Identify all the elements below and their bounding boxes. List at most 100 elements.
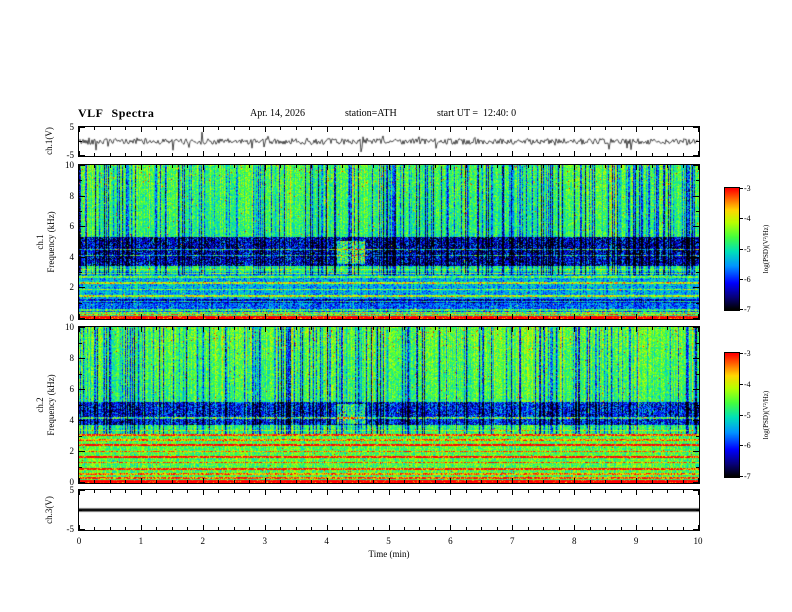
x-minor-tick-mark: [311, 127, 313, 130]
x-tick-mark: [574, 525, 576, 530]
x-minor-tick-mark: [233, 490, 235, 493]
x-minor-tick-mark: [311, 153, 313, 156]
x-minor-tick-mark: [558, 490, 560, 493]
x-minor-tick-mark: [605, 316, 607, 319]
ch1-axis-label-line1: ch.1: [35, 234, 45, 250]
colorbar-tick-label: -5: [744, 410, 751, 420]
x-minor-tick-mark: [280, 165, 282, 168]
x-tick-mark: [512, 151, 514, 156]
y-minor-tick-mark: [696, 141, 699, 142]
x-minor-tick-mark: [682, 480, 684, 483]
y-minor-tick-mark: [696, 210, 699, 212]
y-tick-label: -5: [66, 150, 75, 160]
x-minor-tick-mark: [125, 490, 127, 493]
x-minor-tick-mark: [233, 127, 235, 130]
x-tick-label: 2: [200, 536, 206, 546]
x-minor-tick-mark: [403, 316, 405, 319]
x-minor-tick-mark: [171, 327, 173, 330]
x-minor-tick-mark: [187, 165, 189, 168]
x-minor-tick-mark: [249, 490, 251, 493]
colorbar-tick-label: -4: [744, 379, 751, 389]
colorbar-ch1-canvas: [725, 188, 739, 310]
colorbar-tick-label: -4: [744, 214, 751, 224]
x-minor-tick-mark: [249, 480, 251, 483]
x-tick-mark: [388, 478, 390, 483]
x-minor-tick-mark: [280, 316, 282, 319]
x-minor-tick-mark: [667, 480, 669, 483]
y-minor-tick-mark: [696, 373, 699, 375]
x-minor-tick-mark: [156, 165, 158, 168]
y-minor-tick-mark: [696, 180, 699, 182]
x-minor-tick-mark: [94, 527, 96, 530]
x-minor-tick-mark: [233, 165, 235, 168]
x-tick-mark: [388, 314, 390, 319]
x-minor-tick-mark: [682, 327, 684, 330]
x-minor-tick-mark: [543, 327, 545, 330]
x-minor-tick-mark: [342, 316, 344, 319]
vlf-spectra-figure: VLF Spectra Apr. 14, 2026 station=ATH st…: [0, 0, 792, 612]
y-tick-mark: [79, 318, 85, 319]
x-minor-tick-mark: [527, 165, 529, 168]
x-minor-tick-mark: [682, 490, 684, 493]
y-minor-tick-mark: [79, 302, 82, 304]
x-minor-tick-mark: [295, 165, 297, 168]
x-minor-tick-mark: [465, 490, 467, 493]
colorbar-tick-label: -5: [744, 244, 751, 254]
x-minor-tick-mark: [527, 327, 529, 330]
x-tick-mark: [512, 327, 514, 332]
x-minor-tick-mark: [589, 327, 591, 330]
x-minor-tick-mark: [605, 327, 607, 330]
y-tick-mark: [693, 127, 699, 128]
x-tick-mark: [574, 314, 576, 319]
x-tick-mark: [326, 151, 328, 156]
colorbar-tick-mark: [740, 278, 743, 280]
y-tick-mark: [693, 287, 699, 289]
x-minor-tick-mark: [109, 127, 111, 130]
x-minor-tick-mark: [295, 127, 297, 130]
x-minor-tick-mark: [249, 127, 251, 130]
y-tick-mark: [693, 195, 699, 197]
colorbar-ch2: [724, 352, 740, 478]
x-tick-mark: [388, 525, 390, 530]
x-minor-tick-mark: [311, 327, 313, 330]
y-minor-tick-mark: [79, 466, 82, 468]
x-minor-tick-mark: [543, 490, 545, 493]
x-tick-mark: [512, 490, 514, 495]
ch2-spectrogram-canvas: [79, 327, 699, 483]
x-tick-mark: [636, 525, 638, 530]
x-minor-tick-mark: [682, 127, 684, 130]
x-minor-tick-mark: [620, 527, 622, 530]
x-minor-tick-mark: [357, 480, 359, 483]
x-minor-tick-mark: [233, 316, 235, 319]
x-minor-tick-mark: [419, 327, 421, 330]
x-minor-tick-mark: [481, 527, 483, 530]
x-tick-mark: [450, 327, 452, 332]
x-minor-tick-mark: [187, 490, 189, 493]
x-minor-tick-mark: [605, 165, 607, 168]
x-tick-mark: [264, 165, 266, 170]
x-tick-mark: [636, 490, 638, 495]
y-tick-mark: [79, 127, 85, 128]
x-minor-tick-mark: [295, 480, 297, 483]
x-minor-tick-mark: [357, 527, 359, 530]
x-minor-tick-mark: [419, 527, 421, 530]
x-tick-mark: [202, 314, 204, 319]
y-minor-tick-mark: [696, 241, 699, 243]
x-tick-mark: [140, 478, 142, 483]
x-minor-tick-mark: [496, 153, 498, 156]
x-minor-tick-mark: [651, 153, 653, 156]
colorbar-tick-mark: [740, 309, 743, 310]
x-minor-tick-mark: [94, 153, 96, 156]
x-tick-mark: [512, 525, 514, 530]
y-tick-label: 6: [69, 384, 75, 394]
x-tick-label: 9: [633, 536, 639, 546]
y-tick-mark: [79, 490, 85, 491]
x-tick-mark: [388, 151, 390, 156]
y-minor-tick-mark: [79, 509, 82, 511]
x-minor-tick-mark: [465, 127, 467, 130]
time-axis-label: Time (min): [368, 549, 410, 559]
x-tick-mark: [202, 327, 204, 332]
x-minor-tick-mark: [620, 127, 622, 130]
y-minor-tick-mark: [696, 342, 699, 344]
x-minor-tick-mark: [373, 327, 375, 330]
